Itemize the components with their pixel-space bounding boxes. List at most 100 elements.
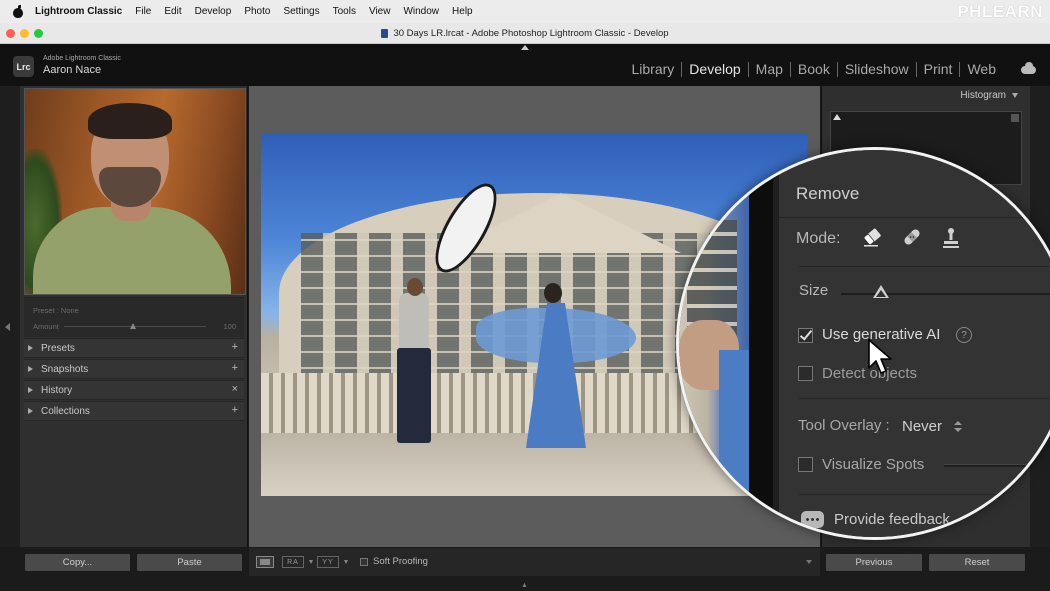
use-generative-ai-checkbox[interactable] xyxy=(798,327,813,343)
detect-objects-checkbox[interactable] xyxy=(798,366,813,381)
speech-bubble-dots xyxy=(805,518,820,521)
remove-panel-title: Remove xyxy=(796,184,860,203)
add-preset-icon[interactable]: + xyxy=(232,341,238,353)
menu-help[interactable]: Help xyxy=(452,6,473,17)
window-zoom-button[interactable] xyxy=(34,29,43,38)
disclosure-triangle-icon[interactable] xyxy=(28,387,33,393)
menu-tools[interactable]: Tools xyxy=(333,6,356,17)
disclosure-triangle-icon[interactable] xyxy=(28,366,33,372)
module-library[interactable]: Library xyxy=(625,61,682,77)
presenter-beard xyxy=(99,167,161,207)
module-print[interactable]: Print xyxy=(917,61,960,77)
identity-user-name: Aaron Nace xyxy=(43,64,102,76)
disclosure-triangle-icon[interactable] xyxy=(28,345,33,351)
panel-presets[interactable]: Presets + xyxy=(24,338,244,358)
left-panel: Preset : None Amount 100 Presets + Snaps… xyxy=(20,86,248,547)
panel-snapshots[interactable]: Snapshots + xyxy=(24,359,244,379)
shadow-clipping-icon[interactable] xyxy=(833,114,841,120)
highlight-clipping-icon[interactable] xyxy=(1011,114,1019,122)
amount-value: 100 xyxy=(223,322,236,331)
remove-tool-panel xyxy=(779,150,1050,537)
preset-amount-row: Preset : None Amount 100 xyxy=(24,297,244,337)
filmstrip-toggle-icon[interactable]: ▲ xyxy=(521,582,528,589)
panel-history-label: History xyxy=(41,384,73,396)
window-title-bar: 30 Days LR.lrcat - Adobe Photoshop Light… xyxy=(0,23,1050,44)
menu-edit[interactable]: Edit xyxy=(164,6,181,17)
left-panel-edge[interactable] xyxy=(0,86,20,547)
chevron-down-icon[interactable] xyxy=(344,560,348,564)
module-book[interactable]: Book xyxy=(791,61,837,77)
identity-plate-bar: Lrc Adobe Lightroom Classic Aaron Nace L… xyxy=(0,44,1050,86)
histogram-header[interactable]: Histogram xyxy=(960,90,1018,101)
histogram-label: Histogram xyxy=(960,90,1006,101)
photo-model-head xyxy=(544,283,562,303)
loupe-view-icon[interactable] xyxy=(256,556,274,568)
add-collection-icon[interactable]: + xyxy=(232,404,238,416)
catalog-document-icon xyxy=(381,28,389,38)
soft-proofing-label[interactable]: Soft Proofing xyxy=(373,556,428,567)
module-picker: Library Develop Map Book Slideshow Print… xyxy=(625,61,1004,77)
window-minimize-button[interactable] xyxy=(20,29,29,38)
paste-settings-button[interactable]: Paste xyxy=(136,553,243,572)
visualize-spots-checkbox[interactable] xyxy=(798,457,813,472)
menu-file[interactable]: File xyxy=(135,6,151,17)
size-label: Size xyxy=(799,282,829,299)
question-help-icon[interactable]: ? xyxy=(956,327,972,343)
phlearn-watermark: PHLEARN xyxy=(957,2,1043,21)
apple-icon[interactable] xyxy=(11,4,25,19)
divider xyxy=(799,266,1050,267)
provide-feedback-link[interactable]: Provide feedback xyxy=(834,511,950,528)
tool-overlay-label: Tool Overlay : xyxy=(798,417,890,434)
menu-app-name[interactable]: Lightroom Classic xyxy=(35,6,122,17)
develop-toolbar: RA YY Soft Proofing xyxy=(249,548,820,576)
divider xyxy=(779,217,1050,218)
top-panel-toggle-icon[interactable] xyxy=(521,45,529,50)
disclosure-triangle-icon[interactable] xyxy=(28,408,33,414)
add-snapshot-icon[interactable]: + xyxy=(232,362,238,374)
menu-settings[interactable]: Settings xyxy=(283,6,319,17)
before-after-swap-button[interactable]: YY xyxy=(317,556,339,568)
menu-photo[interactable]: Photo xyxy=(244,6,270,17)
panel-collections[interactable]: Collections + xyxy=(24,401,244,421)
toolbar-menu-icon[interactable] xyxy=(806,560,812,564)
divider xyxy=(799,398,1050,399)
clone-stamp-icon[interactable] xyxy=(939,226,963,250)
before-after-view-button[interactable]: RA xyxy=(282,556,304,568)
eraser-icon[interactable] xyxy=(861,226,883,248)
window-close-button[interactable] xyxy=(6,29,15,38)
divider xyxy=(799,494,1050,495)
cloud-sync-icon[interactable] xyxy=(1021,62,1036,74)
checkmark-icon xyxy=(799,327,813,341)
chevron-down-icon[interactable] xyxy=(309,560,313,564)
reset-button[interactable]: Reset xyxy=(928,553,1026,572)
menu-develop[interactable]: Develop xyxy=(195,6,232,17)
tool-overlay-select[interactable]: Never xyxy=(902,418,942,435)
disclosure-triangle-icon[interactable] xyxy=(1012,93,1018,98)
visualize-spots-slider[interactable] xyxy=(944,464,1034,467)
healing-bandage-icon[interactable] xyxy=(901,226,923,248)
menu-view[interactable]: View xyxy=(369,6,391,17)
left-panel-toggle-icon[interactable] xyxy=(5,323,10,331)
panel-history[interactable]: History × xyxy=(24,380,244,400)
copy-settings-button[interactable]: Copy... xyxy=(24,553,131,572)
panel-snapshots-label: Snapshots xyxy=(41,363,89,375)
menu-window[interactable]: Window xyxy=(403,6,439,17)
feedback-speech-bubble-icon[interactable] xyxy=(801,511,824,531)
photo-assistant-head xyxy=(407,278,423,296)
macos-menu-bar: Lightroom Classic File Edit Develop Phot… xyxy=(0,0,1050,23)
soft-proofing-checkbox[interactable] xyxy=(360,558,368,566)
lrc-logo-icon: Lrc xyxy=(13,56,34,77)
previous-button[interactable]: Previous xyxy=(825,553,923,572)
visualize-spots-label[interactable]: Visualize Spots xyxy=(822,456,924,473)
panel-presets-label: Presets xyxy=(41,342,75,354)
clear-history-icon[interactable]: × xyxy=(232,383,238,395)
select-stepper-icon[interactable] xyxy=(954,421,962,433)
size-slider-thumb-inner xyxy=(876,290,886,297)
amount-slider-thumb[interactable] xyxy=(130,323,136,329)
module-web[interactable]: Web xyxy=(960,61,1003,77)
preset-label: Preset : None xyxy=(33,306,79,315)
module-map[interactable]: Map xyxy=(749,61,790,77)
module-slideshow[interactable]: Slideshow xyxy=(838,61,916,77)
module-develop[interactable]: Develop xyxy=(682,61,747,77)
panel-collections-label: Collections xyxy=(41,405,90,417)
